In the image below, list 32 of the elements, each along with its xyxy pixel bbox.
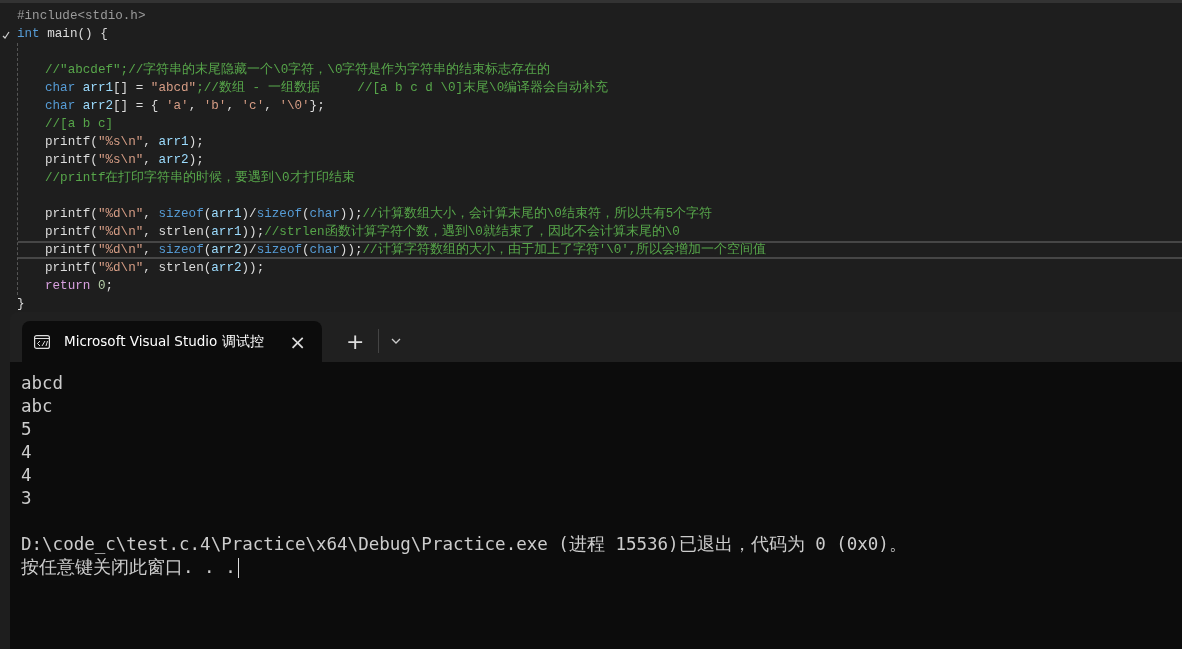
code-line: return 0; — [45, 279, 114, 293]
code-line: printf("%d\n", strlen(arr2)); — [45, 261, 265, 275]
text-cursor — [237, 557, 240, 578]
console-output-line: 5 — [21, 418, 32, 441]
chevron-down-icon[interactable] — [391, 338, 402, 344]
code-line: char arr1[] = "abcd";//数组 - 一组数据 //[a b c d \0]末尾\0编译器会自动补充 — [45, 81, 609, 95]
code-line: char arr2[] = { 'a', 'b', 'c', '\0'}; — [45, 99, 325, 113]
terminal-icon — [34, 334, 50, 349]
console-output-line: 3 — [21, 487, 32, 510]
console-output-line: 4 — [21, 441, 32, 464]
console-output-line: 4 — [21, 464, 32, 487]
code-line: //printf在打印字符串的时候，要遇到\0才打印结束 — [45, 171, 355, 185]
new-tab-button[interactable]: + — [340, 321, 371, 362]
console-message-line: 按任意键关闭此窗口. . . — [21, 556, 236, 579]
code-line: } — [17, 297, 25, 311]
code-line: printf("%d\n", sizeof(arr2)/sizeof(char));//计算字符数组的大小，由于加上了字符'\0',所以会增加一个空间值 — [45, 243, 767, 257]
terminal-tab[interactable]: Microsoft Visual Studio 调试控 × — [22, 321, 322, 362]
code-line: #include<stdio.h> — [17, 9, 146, 23]
code-editor[interactable] — [0, 0, 1182, 312]
collapse-icon[interactable] — [2, 31, 10, 39]
code-line: //"abcdef";//字符串的末尾隐藏一个\0字符，\0字符是作为字符串的结束标志存在的 — [45, 63, 551, 77]
console-message-line: D:\code_c\test.c.4\Practice\x64\Debug\Practice.exe (进程 15536)已退出，代码为 0 (0x0)。 — [21, 533, 907, 556]
code-line: int main() { — [17, 27, 108, 41]
close-button[interactable]: × — [285, 329, 310, 354]
code-line: printf("%d\n", strlen(arr1));//strlen函数计算字符个数，遇到\0就结束了，因此不会计算末尾的\0 — [45, 225, 680, 239]
code-line: //[a b c] — [45, 117, 114, 131]
console-output-line: abc — [21, 395, 53, 418]
code-line: printf("%s\n", arr1); — [45, 135, 204, 149]
tab-title: Microsoft Visual Studio 调试控 — [64, 332, 265, 351]
console-output-line: abcd — [21, 372, 64, 395]
code-line: printf("%d\n", sizeof(arr1)/sizeof(char));//计算数组大小，会计算末尾的\0结束符，所以共有5个字符 — [45, 207, 713, 221]
code-line: printf("%s\n", arr2); — [45, 153, 204, 167]
